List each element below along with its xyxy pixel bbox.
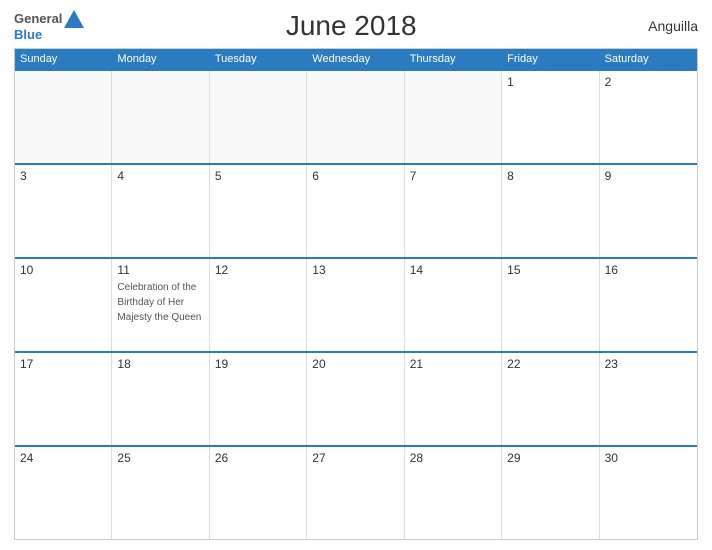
day-header-tuesday: Tuesday xyxy=(210,49,307,69)
calendar: SundayMondayTuesdayWednesdayThursdayFrid… xyxy=(14,48,698,540)
day-cell xyxy=(210,71,307,163)
week-row-0: 12 xyxy=(15,69,697,163)
day-cell: 3 xyxy=(15,165,112,257)
day-number: 10 xyxy=(20,263,106,277)
day-number: 5 xyxy=(215,169,301,183)
day-cell: 23 xyxy=(600,353,697,445)
day-cell: 18 xyxy=(112,353,209,445)
day-cell: 14 xyxy=(405,259,502,351)
week-row-2: 10 11 Celebration of the Birthday of Her M… xyxy=(15,257,697,351)
week-row-1: 3456789 xyxy=(15,163,697,257)
day-header-friday: Friday xyxy=(502,49,599,69)
day-number: 18 xyxy=(117,357,203,371)
day-cell: 22 xyxy=(502,353,599,445)
day-cell xyxy=(307,71,404,163)
day-headers: SundayMondayTuesdayWednesdayThursdayFrid… xyxy=(15,49,697,69)
day-number: 28 xyxy=(410,451,496,465)
day-number: 3 xyxy=(20,169,106,183)
month-title: June 2018 xyxy=(84,10,618,42)
logo-blue-text: Blue xyxy=(14,28,84,42)
day-number: 22 xyxy=(507,357,593,371)
event-text: Celebration of the Birthday of Her Majes… xyxy=(117,282,201,323)
day-cell xyxy=(15,71,112,163)
day-cell: 1 xyxy=(502,71,599,163)
day-cell: 24 xyxy=(15,447,112,539)
day-number: 6 xyxy=(312,169,398,183)
day-number: 26 xyxy=(215,451,301,465)
day-cell: 26 xyxy=(210,447,307,539)
day-number: 16 xyxy=(605,263,692,277)
day-cell: 28 xyxy=(405,447,502,539)
day-number: 15 xyxy=(507,263,593,277)
day-number: 7 xyxy=(410,169,496,183)
day-cell: 10 xyxy=(15,259,112,351)
day-number: 17 xyxy=(20,357,106,371)
day-cell: 27 xyxy=(307,447,404,539)
day-header-saturday: Saturday xyxy=(600,49,697,69)
logo: General Blue xyxy=(14,10,84,42)
day-cell: 21 xyxy=(405,353,502,445)
day-number: 11 xyxy=(117,263,203,277)
day-header-sunday: Sunday xyxy=(15,49,112,69)
day-cell xyxy=(405,71,502,163)
day-header-thursday: Thursday xyxy=(405,49,502,69)
day-cell: 15 xyxy=(502,259,599,351)
day-number: 1 xyxy=(507,75,593,89)
day-cell: 13 xyxy=(307,259,404,351)
day-cell: 20 xyxy=(307,353,404,445)
day-number: 21 xyxy=(410,357,496,371)
day-header-wednesday: Wednesday xyxy=(307,49,404,69)
day-cell: 12 xyxy=(210,259,307,351)
day-cell: 4 xyxy=(112,165,209,257)
logo-general-text: General xyxy=(14,12,62,26)
logo-triangle-icon xyxy=(64,10,84,28)
day-cell: 2 xyxy=(600,71,697,163)
day-number: 4 xyxy=(117,169,203,183)
day-number: 25 xyxy=(117,451,203,465)
day-number: 29 xyxy=(507,451,593,465)
day-number: 13 xyxy=(312,263,398,277)
day-cell: 17 xyxy=(15,353,112,445)
day-number: 24 xyxy=(20,451,106,465)
day-number: 8 xyxy=(507,169,593,183)
page: General Blue June 2018 Anguilla SundayMo… xyxy=(0,0,712,550)
day-number: 12 xyxy=(215,263,301,277)
week-row-4: 24 25 26 27 28 29 30 xyxy=(15,445,697,539)
day-number: 14 xyxy=(410,263,496,277)
day-cell xyxy=(112,71,209,163)
country-label: Anguilla xyxy=(618,18,698,34)
day-header-monday: Monday xyxy=(112,49,209,69)
day-number: 2 xyxy=(605,75,692,89)
day-number: 30 xyxy=(605,451,692,465)
header: General Blue June 2018 Anguilla xyxy=(14,10,698,42)
week-row-3: 17 18 19 20 21 22 23 xyxy=(15,351,697,445)
day-cell: 8 xyxy=(502,165,599,257)
day-cell: 19 xyxy=(210,353,307,445)
day-number: 19 xyxy=(215,357,301,371)
weeks: 1234567891011Celebration of the Birthday… xyxy=(15,69,697,539)
day-cell: 16 xyxy=(600,259,697,351)
day-cell: 29 xyxy=(502,447,599,539)
day-number: 23 xyxy=(605,357,692,371)
day-number: 9 xyxy=(605,169,692,183)
day-cell: 6 xyxy=(307,165,404,257)
day-cell: 9 xyxy=(600,165,697,257)
day-cell: 5 xyxy=(210,165,307,257)
day-number: 27 xyxy=(312,451,398,465)
day-cell: 30 xyxy=(600,447,697,539)
day-cell: 7 xyxy=(405,165,502,257)
day-cell: 11 Celebration of the Birthday of Her Maj… xyxy=(112,259,209,351)
day-number: 20 xyxy=(312,357,398,371)
day-cell: 25 xyxy=(112,447,209,539)
